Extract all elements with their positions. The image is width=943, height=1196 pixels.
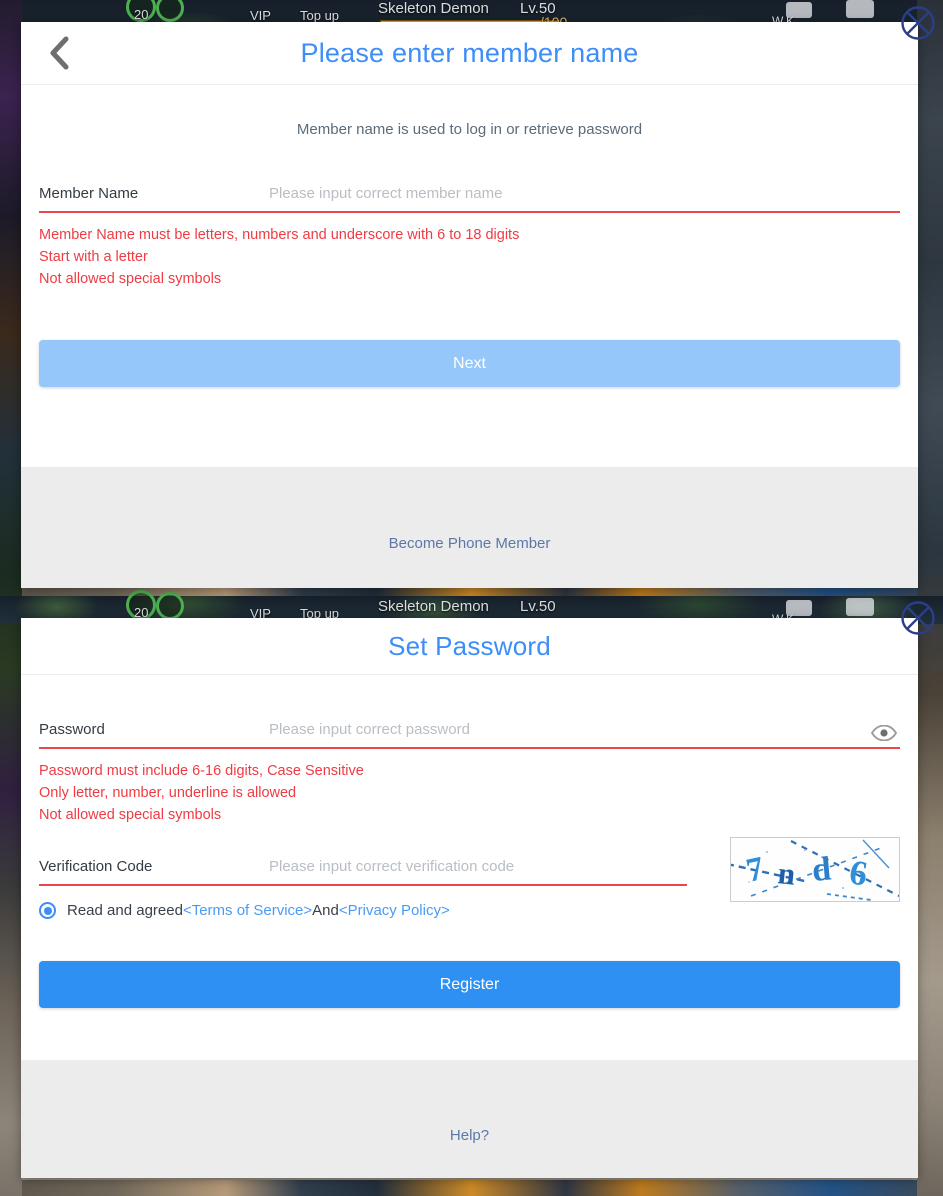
error-line: Member Name must be letters, numbers and… (39, 227, 520, 243)
member-name-error-list: Member Name must be letters, numbers and… (39, 213, 900, 290)
chevron-left-icon (50, 36, 69, 70)
member-dialog-header: Please enter member name (21, 22, 918, 85)
back-button[interactable] (43, 36, 77, 70)
password-error-list: Password must include 6-16 digits, Case … (39, 749, 900, 826)
svg-text:d: d (810, 850, 832, 889)
hud-icon-map (846, 0, 874, 18)
hud-vip-label: VIP (250, 8, 271, 23)
close-password-dialog-button[interactable] (900, 600, 936, 636)
member-name-field-row: Member Name (39, 185, 900, 211)
password-dialog-header: Set Password (21, 618, 918, 675)
verification-code-field-row: Verification Code (39, 858, 687, 884)
background-bottom-strip-low (0, 1180, 943, 1196)
hud-boss-name-lower: Skeleton Demon (378, 598, 489, 615)
help-link[interactable]: Help? (450, 1127, 489, 1144)
hud-currency: 20 (134, 7, 149, 22)
hud-boss-name: Skeleton Demon (378, 0, 489, 17)
hud-boss-level-lower: Lv.50 (520, 598, 556, 615)
privacy-policy-link[interactable]: <Privacy Policy> (339, 902, 450, 919)
member-subtitle: Member name is used to log in or retriev… (296, 121, 643, 138)
set-password-dialog: Set Password Password Password must incl… (21, 618, 918, 1178)
svg-text:n: n (776, 855, 797, 892)
agreement-prefix: Read and agreed (67, 902, 183, 920)
hud-topup-label: Top up (300, 8, 340, 23)
error-line: Not allowed special symbols (39, 807, 222, 824)
verification-code-input[interactable] (269, 858, 687, 878)
register-button[interactable]: Register (39, 961, 900, 1009)
member-name-input[interactable] (269, 185, 900, 204)
member-dialog-footer: Become Phone Member (21, 467, 918, 588)
error-line: Not allowed special symbols (39, 271, 222, 288)
password-field-row: Password (39, 721, 900, 747)
next-button[interactable]: Next (39, 340, 900, 388)
member-name-label: Member Name (39, 185, 139, 202)
page-title: Please enter member name (300, 37, 639, 68)
agreement-conjunction: And (312, 902, 339, 920)
toggle-password-visibility-button[interactable] (870, 723, 898, 743)
error-line: Password must include 6-16 digits, Case … (39, 763, 364, 779)
close-circle-x-icon (901, 601, 935, 635)
password-dialog-footer: Help? (21, 1060, 918, 1178)
verification-code-label: Verification Code (39, 858, 153, 876)
page-title: Set Password (388, 630, 551, 661)
hud-icon-map-lower (846, 598, 874, 616)
error-line: Start with a letter (39, 249, 148, 266)
password-dialog-body: Password Password must include 6-16 digi… (21, 675, 918, 1009)
password-label: Password (39, 721, 105, 738)
captcha-image-button[interactable]: 7 n d 6 (730, 837, 900, 902)
become-phone-member-link[interactable]: Become Phone Member (389, 535, 551, 552)
close-circle-x-icon (901, 6, 935, 40)
member-dialog-body: Member name is used to log in or retriev… (21, 85, 918, 388)
password-input[interactable] (269, 721, 900, 740)
captcha-image: 7 n d 6 (731, 838, 899, 901)
agreement-radio[interactable] (39, 902, 56, 920)
eye-icon (871, 725, 897, 741)
error-line: Only letter, number, underline is allowe… (39, 785, 297, 802)
terms-of-service-link[interactable]: <Terms of Service> (183, 902, 312, 919)
hud-orb-right-lower (156, 592, 184, 620)
member-name-dialog: Please enter member name Member name is … (21, 22, 918, 588)
close-member-dialog-button[interactable] (900, 5, 936, 41)
